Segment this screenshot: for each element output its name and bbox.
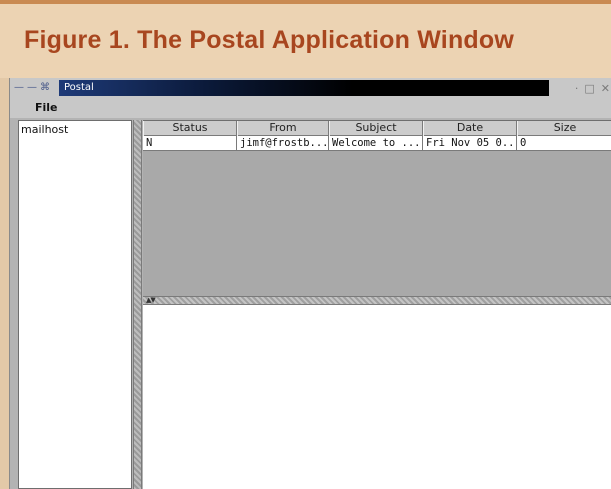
vertical-splitter[interactable] bbox=[133, 120, 142, 489]
window-buttons: · □ ✕ bbox=[575, 80, 610, 96]
cell-size: 0 bbox=[520, 137, 527, 149]
column-header-subject[interactable]: Subject bbox=[329, 121, 423, 136]
window-menu-controls[interactable]: — — ⌘ bbox=[14, 80, 50, 96]
menubar: File bbox=[10, 98, 611, 118]
horizontal-splitter[interactable]: ▲▼ bbox=[143, 296, 611, 305]
window-menu-icon[interactable]: — bbox=[14, 80, 24, 96]
column-header-size[interactable]: Size bbox=[517, 121, 611, 136]
window-titlebar[interactable]: — — ⌘ Postal · □ ✕ bbox=[10, 78, 611, 98]
cell-date: Fri Nov 05 0... bbox=[423, 136, 517, 151]
table-row[interactable]: N jimf@frostb... Welcome to ... Fri Nov … bbox=[143, 136, 611, 151]
figure-title: Figure 1. The Postal Application Window bbox=[24, 26, 515, 54]
column-header-status[interactable]: Status bbox=[143, 121, 237, 136]
folder-tree[interactable]: mailhost bbox=[18, 120, 132, 489]
message-list-header: Status From Subject Date Size bbox=[143, 121, 611, 136]
column-header-date[interactable]: Date bbox=[423, 121, 517, 136]
window-title: Postal bbox=[64, 82, 94, 93]
maximize-icon[interactable]: □ bbox=[584, 82, 594, 95]
titlebar-fill[interactable]: Postal bbox=[59, 80, 549, 96]
close-icon[interactable]: ✕ bbox=[601, 82, 610, 95]
column-header-from[interactable]: From bbox=[237, 121, 329, 136]
message-list[interactable]: Status From Subject Date Size N jimf@fro… bbox=[143, 120, 611, 296]
splitter-arrows-icon[interactable]: ▲▼ bbox=[146, 295, 156, 305]
message-preview-pane[interactable] bbox=[143, 305, 611, 489]
shade-icon[interactable]: — bbox=[27, 80, 37, 96]
menu-file[interactable]: File bbox=[33, 100, 60, 116]
cell-status: N bbox=[143, 136, 237, 151]
cell-from: jimf@frostb... bbox=[237, 136, 329, 151]
minimize-icon[interactable]: · bbox=[575, 82, 579, 95]
cell-subject: Welcome to ... bbox=[329, 136, 423, 151]
pin-icon[interactable]: ⌘ bbox=[40, 80, 50, 96]
application-window: — — ⌘ Postal · □ ✕ File mailhost Status … bbox=[9, 78, 611, 489]
folder-item-mailhost[interactable]: mailhost bbox=[21, 123, 68, 137]
figure-banner: Figure 1. The Postal Application Window bbox=[0, 0, 611, 78]
